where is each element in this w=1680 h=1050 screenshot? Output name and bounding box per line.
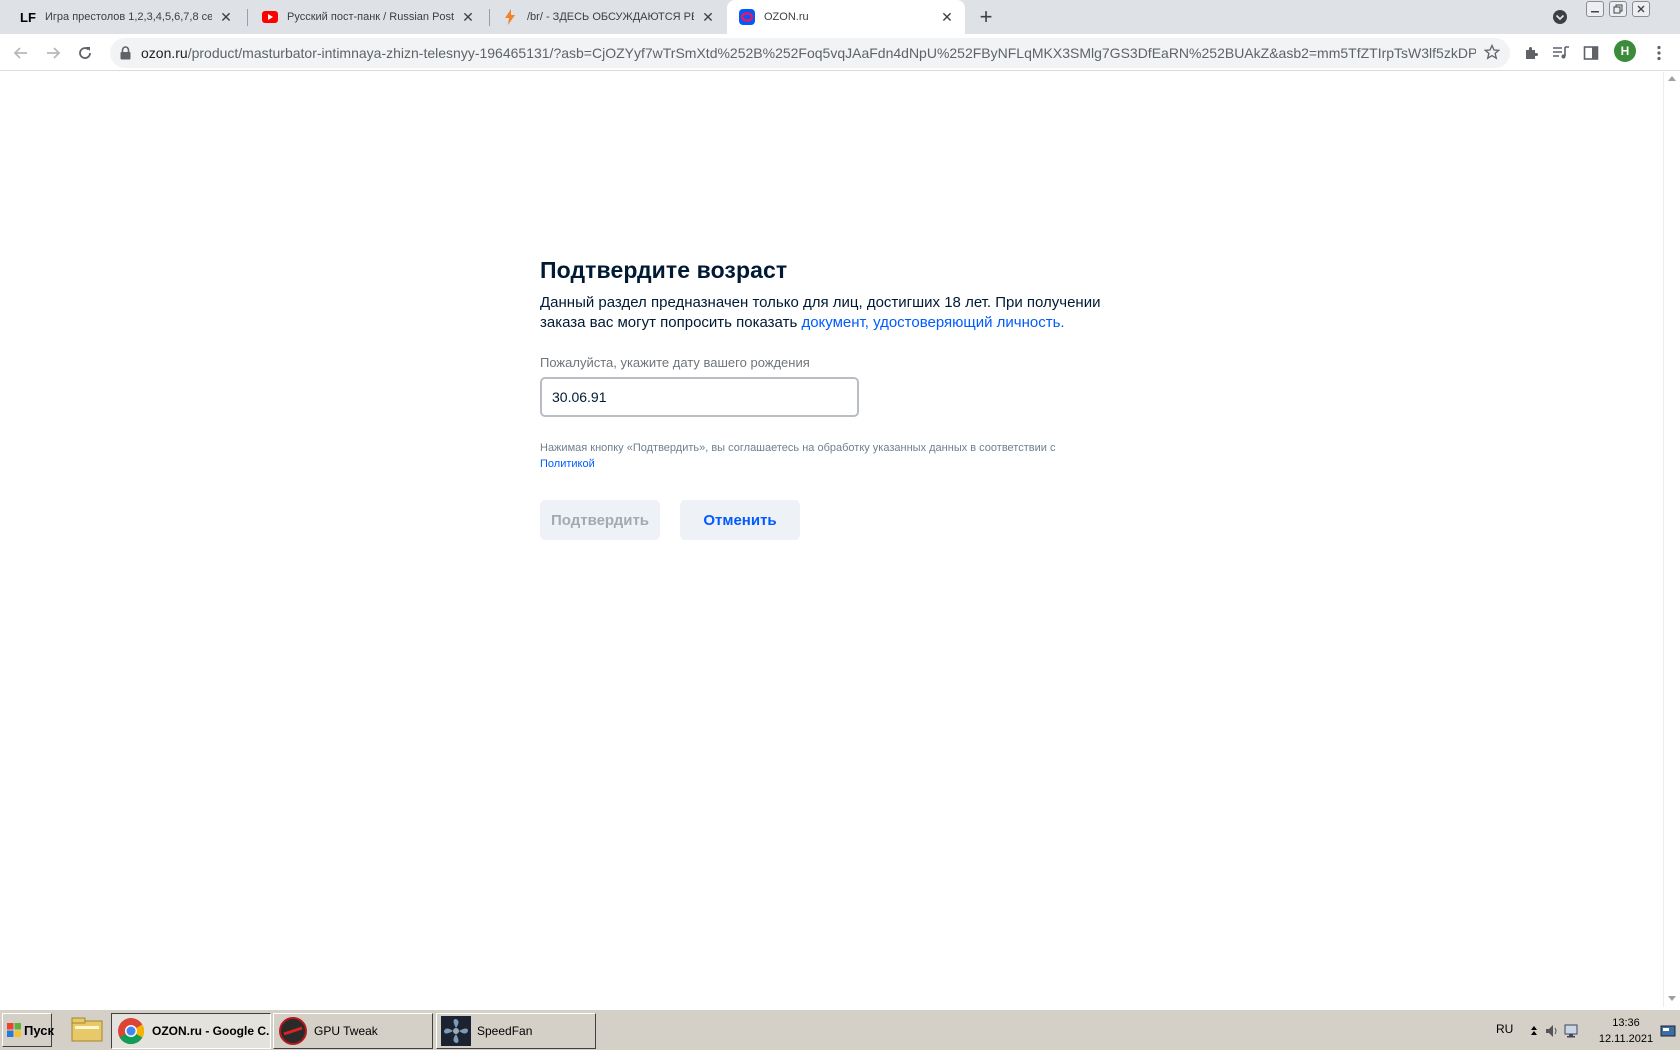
tab-title: Игра престолов 1,2,3,4,5,6,7,8 сез [45, 11, 212, 23]
scroll-up-icon[interactable] [1668, 76, 1676, 81]
extensions-icon[interactable] [1520, 42, 1542, 64]
start-label: Пуск [24, 1022, 54, 1038]
task-label: SpeedFan [477, 1024, 533, 1038]
birthdate-label: Пожалуйста, укажите дату вашего рождения [540, 355, 810, 370]
forward-icon[interactable] [40, 40, 66, 66]
os-taskbar: Пуск OZON.ru - Google C... GPU Tweak Spe… [0, 1008, 1680, 1050]
language-indicator[interactable]: RU [1496, 1022, 1513, 1036]
tab-ozon[interactable]: OZON.ru ✕ [727, 0, 965, 34]
lock-icon[interactable] [120, 46, 131, 65]
scroll-down-icon[interactable] [1668, 996, 1676, 1001]
cancel-button[interactable]: Отменить [680, 500, 800, 540]
ozon-icon [739, 9, 755, 25]
tab-close-icon[interactable]: ✕ [939, 9, 955, 25]
id-document-link[interactable]: документ, удостоверяющий личность. [801, 314, 1064, 331]
media-control-icon[interactable] [1550, 42, 1572, 64]
url-text[interactable]: ozon.ru/product/masturbator-intimnaya-zh… [141, 45, 1476, 61]
tab-close-icon[interactable]: ✕ [700, 9, 716, 25]
tab-title: OZON.ru [764, 11, 809, 23]
task-label: OZON.ru - Google C... [152, 1024, 271, 1038]
speedfan-icon [441, 1016, 471, 1046]
menu-kebab-icon[interactable] [1648, 42, 1670, 64]
new-tab-button[interactable]: + [975, 6, 997, 28]
url-host: ozon.ru [141, 45, 188, 61]
task-label: GPU Tweak [314, 1024, 378, 1038]
tab-postpunk[interactable]: Русский пост-панк / Russian Post-p ✕ [250, 0, 486, 34]
tab-close-icon[interactable]: ✕ [460, 9, 476, 25]
system-tray: RU 13:36 12.11.2021 [1486, 1013, 1678, 1049]
taskbar-gpu-tweak[interactable]: GPU Tweak [273, 1013, 433, 1049]
clock-date: 12.11.2021 [1598, 1033, 1654, 1045]
explorer-quicklaunch-icon[interactable] [70, 1015, 104, 1045]
tab-title: /br/ - ЗДЕСЬ ОБСУЖДАЮТСЯ РЕЗИ [527, 11, 694, 23]
consent-text: Нажимая кнопку «Подтвердить», вы соглаша… [540, 442, 1056, 454]
dialog-description: Данный раздел предназначен только для ли… [540, 293, 1120, 333]
address-bar[interactable]: ozon.ru/product/masturbator-intimnaya-zh… [110, 38, 1510, 68]
taskbar-chrome[interactable]: OZON.ru - Google C... [111, 1013, 271, 1049]
start-button[interactable]: Пуск [2, 1013, 54, 1047]
side-panel-icon[interactable] [1580, 42, 1602, 64]
bookmark-star-icon[interactable] [1483, 43, 1501, 65]
network-icon[interactable] [1564, 1023, 1580, 1039]
tab-got[interactable]: LF Игра престолов 1,2,3,4,5,6,7,8 сез ✕ [8, 0, 244, 34]
taskbar-speedfan[interactable]: SpeedFan [436, 1013, 596, 1049]
consent-note: Нажимая кнопку «Подтвердить», вы соглаша… [540, 440, 1100, 472]
windows-flag-icon [7, 1023, 21, 1037]
tab-close-icon[interactable]: ✕ [218, 9, 234, 25]
browser-toolbar: ozon.ru/product/masturbator-intimnaya-zh… [0, 34, 1680, 71]
restore-button[interactable] [1609, 1, 1627, 17]
tray-clock[interactable]: 13:36 12.11.2021 [1596, 1015, 1656, 1047]
age-confirm-dialog: Подтвердите возраст Данный раздел предна… [540, 257, 1140, 540]
url-path: /product/masturbator-intimnaya-zhizn-tel… [187, 45, 1476, 61]
policy-link[interactable]: Политикой [540, 458, 595, 470]
tab-br[interactable]: /br/ - ЗДЕСЬ ОБСУЖДАЮТСЯ РЕЗИ ✕ [490, 0, 726, 34]
minimize-button[interactable] [1586, 1, 1604, 17]
dialog-actions: Подтвердить Отменить [540, 500, 1140, 540]
chrome-icon [116, 1016, 146, 1046]
profile-avatar[interactable]: Н [1614, 40, 1636, 62]
volume-icon[interactable] [1544, 1023, 1560, 1039]
confirm-button[interactable]: Подтвердить [540, 500, 660, 540]
tray-expand-icon[interactable] [1526, 1023, 1542, 1039]
tab-strip: LF Игра престолов 1,2,3,4,5,6,7,8 сез ✕ … [0, 0, 1680, 34]
page-scrollbar[interactable] [1663, 72, 1680, 1007]
dialog-title: Подтвердите возраст [540, 257, 788, 283]
close-window-button[interactable] [1632, 1, 1650, 17]
reload-icon[interactable] [72, 40, 98, 66]
page-viewport: Подтвердите возраст Данный раздел предна… [0, 72, 1663, 1007]
gpu-tweak-icon [278, 1016, 308, 1046]
lf-favicon-icon: LF [20, 9, 36, 25]
lightning-icon [502, 9, 518, 25]
birthdate-input[interactable]: 30.06.91 [540, 377, 859, 417]
tab-title: Русский пост-панк / Russian Post-p [287, 11, 454, 23]
show-desktop-icon[interactable] [1660, 1023, 1676, 1039]
tab-divider [247, 9, 248, 26]
clock-time: 13:36 [1612, 1017, 1640, 1029]
back-icon[interactable] [8, 40, 34, 66]
tab-search-icon[interactable] [1551, 8, 1569, 26]
youtube-icon [262, 9, 278, 25]
